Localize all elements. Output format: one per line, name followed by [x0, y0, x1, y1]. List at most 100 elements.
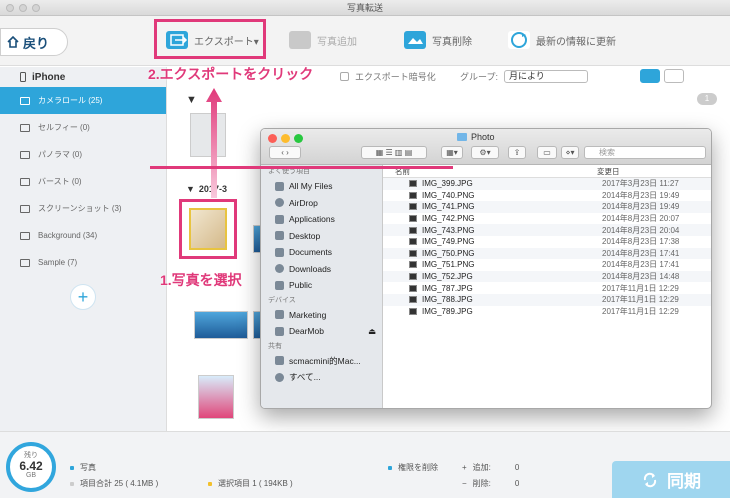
file-row[interactable]: IMG_789.JPG 2017年11月1日 12:29 — [383, 306, 711, 318]
sidebar-item-screenshot[interactable]: スクリーンショット (3) — [0, 195, 166, 222]
large-grid-button[interactable] — [640, 69, 660, 83]
add-photo-icon — [289, 31, 311, 49]
file-row[interactable]: IMG_740.PNG 2014年8月23日 19:49 — [383, 190, 711, 202]
sidebar-item-documents[interactable]: Documents — [261, 244, 382, 261]
sidebar-item-airdrop[interactable]: AirDrop — [261, 195, 382, 212]
selected-photo-highlight[interactable] — [179, 199, 237, 259]
close-icon[interactable] — [268, 134, 277, 143]
sidebar-item-public[interactable]: Public — [261, 277, 382, 294]
sidebar-item-all-my-files[interactable]: All My Files — [261, 178, 382, 195]
file-row[interactable]: IMG_751.PNG 2014年8月23日 17:41 — [383, 259, 711, 271]
file-row[interactable]: IMG_752.JPG 2014年8月23日 14:48 — [383, 270, 711, 283]
shared-header: 共有 — [268, 342, 282, 350]
sidebar-item-applications[interactable]: Applications — [261, 211, 382, 228]
column-date-header[interactable]: 変更日 — [597, 165, 620, 177]
panorama-icon — [20, 150, 30, 159]
photo-thumbnail[interactable] — [198, 375, 234, 419]
file-list: 名前 変更日 IMG_399.JPG 2017年3月23日 11:27 IMG_74… — [383, 165, 711, 408]
back-label: 戻り — [23, 35, 50, 51]
share-icon[interactable]: ⇪ — [508, 146, 526, 159]
finder-title-text: Photo — [471, 132, 495, 142]
file-row[interactable]: IMG_787.JPG 2017年11月1日 12:29 — [383, 282, 711, 294]
document-icon — [275, 247, 284, 257]
eject-icon[interactable]: ⏏ — [368, 326, 376, 337]
sidebar-item-label: Marketing — [289, 309, 327, 320]
sidebar-item-selfie[interactable]: セルフィー (0) — [0, 114, 166, 141]
added-count: + 追加: 0 — [462, 463, 520, 472]
sidebar-item-burst[interactable]: バースト (0) — [0, 168, 166, 195]
gear-icon[interactable]: ⚙▾ — [471, 146, 499, 159]
sidebar-item-sample[interactable]: Sample (7) — [0, 249, 166, 276]
selected-photo-thumbnail[interactable] — [189, 208, 227, 250]
image-file-icon — [409, 203, 417, 211]
delete-photo-button[interactable]: 写真削除 — [404, 25, 472, 55]
zoom-icon[interactable] — [294, 134, 303, 143]
finder-toolbar: Photo ‹ › ▦ ☰ ▥ ▤ ▦▾ ⚙▾ ⇪ ▭ 検索 ⋄▾ — [261, 129, 711, 165]
device-header[interactable]: iPhone — [0, 67, 166, 87]
image-file-icon — [409, 296, 417, 304]
sidebar-item-background[interactable]: Background (34) — [0, 222, 166, 249]
export-encrypt-option[interactable]: エクスポート暗号化 — [340, 67, 436, 85]
disk-icon — [275, 326, 284, 336]
sidebar-item-shared-mac[interactable]: scmacmini的Mac... — [261, 353, 382, 370]
storage-gauge: 残り 6.42 GB — [6, 442, 56, 492]
photos-label: 写真 — [80, 463, 96, 472]
add-photo-label: 写真追加 — [317, 36, 357, 48]
toolbar: 戻り エクスポート▾ 写真追加 写真削除 最新の情報に更新 — [0, 16, 730, 66]
sync-button[interactable]: 同期 — [612, 461, 730, 498]
file-row[interactable]: IMG_743.PNG 2014年8月23日 20:04 — [383, 224, 711, 236]
file-row[interactable]: IMG_788.JPG 2017年11月1日 12:29 — [383, 293, 711, 306]
tag-icon[interactable]: ▭ — [537, 146, 557, 159]
minimize-icon[interactable] — [281, 134, 290, 143]
file-name: IMG_740.PNG — [422, 190, 475, 200]
permission-legend: 権限を削除 — [388, 462, 438, 473]
file-row[interactable]: IMG_750.PNG 2014年8月23日 17:41 — [383, 247, 711, 260]
back-forward-buttons[interactable]: ‹ › — [269, 146, 301, 159]
file-row[interactable]: IMG_742.PNG 2014年8月23日 20:07 — [383, 213, 711, 225]
file-date: 2017年3月23日 11:27 — [602, 179, 679, 189]
sidebar-item-panorama[interactable]: パノラマ (0) — [0, 141, 166, 168]
blue-dot-icon — [70, 465, 74, 470]
sidebar-item-label: Sample (7) — [38, 258, 78, 267]
file-name: IMG_399.JPG — [422, 179, 473, 189]
window-controls[interactable] — [6, 4, 40, 12]
group-select[interactable]: 月により — [503, 69, 588, 83]
sidebar-item-label: AirDrop — [289, 197, 318, 208]
add-album-button[interactable]: + — [70, 284, 96, 310]
image-file-icon — [409, 215, 417, 223]
sidebar-item-camera-roll[interactable]: カメラロール (25) — [0, 87, 166, 114]
sidebar-item-desktop[interactable]: Desktop — [261, 228, 382, 245]
view-mode-buttons[interactable]: ▦ ☰ ▥ ▤ — [361, 146, 427, 159]
dropbox-icon[interactable]: ⋄▾ — [561, 146, 579, 159]
sidebar-item-downloads[interactable]: Downloads — [261, 261, 382, 278]
photo-thumbnail[interactable] — [194, 311, 248, 339]
refresh-button[interactable]: 最新の情報に更新 — [508, 25, 616, 55]
camera-icon — [20, 96, 30, 105]
sidebar-item-label: Documents — [289, 247, 332, 258]
disk-icon — [275, 310, 284, 320]
group-label: グループ: — [460, 71, 498, 82]
add-photo-button[interactable]: 写真追加 — [289, 25, 357, 55]
file-name: IMG_752.JPG — [422, 272, 473, 282]
file-row[interactable]: IMG_741.PNG 2014年8月23日 19:49 — [383, 201, 711, 213]
arrange-button[interactable]: ▦▾ — [441, 146, 463, 159]
section-collapse-icon[interactable]: ▼ — [186, 94, 197, 106]
home-icon — [7, 36, 19, 48]
back-button[interactable]: 戻り — [0, 28, 68, 56]
window-title: 写真転送 — [346, 3, 383, 13]
image-file-icon — [409, 226, 417, 234]
file-name: IMG_788.JPG — [422, 295, 473, 305]
sidebar-item-marketing[interactable]: Marketing — [261, 307, 382, 324]
sidebar-item-all-shared[interactable]: すべて... — [261, 369, 382, 386]
search-input[interactable]: 検索 — [584, 146, 706, 159]
encrypt-checkbox[interactable] — [340, 71, 349, 81]
file-row[interactable]: IMG_749.PNG 2014年8月23日 17:38 — [383, 236, 711, 248]
folder-icon — [275, 280, 284, 290]
computer-icon — [275, 356, 284, 366]
sidebar: iPhone カメラロール (25) セルフィー (0) パノラマ (0) バー… — [0, 67, 167, 431]
sidebar-item-label: バースト (0) — [38, 177, 82, 186]
small-grid-button[interactable] — [664, 69, 684, 83]
sidebar-item-dearmob[interactable]: DearMob ⏏ — [261, 323, 382, 340]
folder-icon — [457, 133, 467, 141]
file-row[interactable]: IMG_399.JPG 2017年3月23日 11:27 — [383, 178, 711, 190]
